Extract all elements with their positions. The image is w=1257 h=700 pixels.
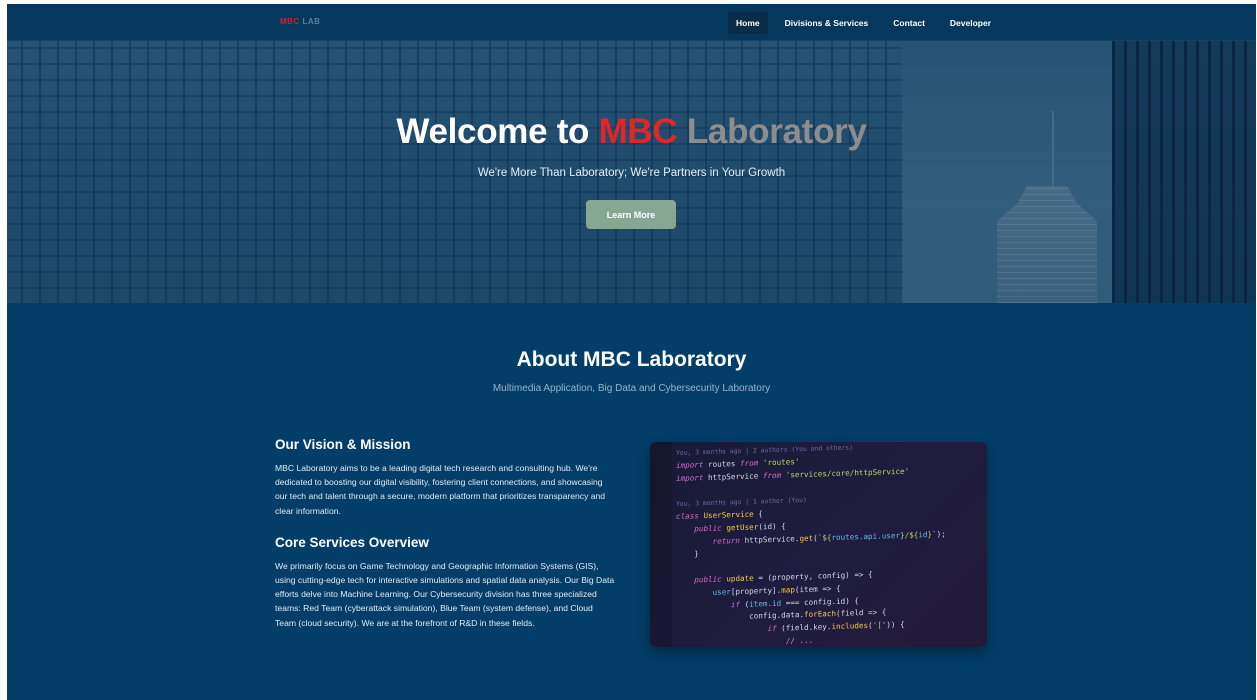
code-gutter (650, 442, 672, 647)
about-subtitle: Multimedia Application, Big Data and Cyb… (492, 383, 771, 394)
code-lines: You, 3 months ago | 2 authors (You and o… (676, 442, 946, 647)
hero-subtitle: We're More Than Laboratory; We're Partne… (477, 167, 786, 179)
hero-title: Welcome to MBC Laboratory (7, 112, 1256, 152)
code-line: user[property].map(item => { (712, 583, 841, 597)
hero-title-mbc: MBC (598, 112, 678, 151)
about-title: About MBC Laboratory (516, 348, 747, 371)
code-line: import routes from 'routes' (676, 456, 800, 470)
nav-developer[interactable]: Developer (942, 12, 999, 34)
learn-more-button[interactable]: Learn More (586, 200, 676, 229)
page: MBC LAB Home Divisions & Services Contac… (7, 4, 1256, 700)
code-line: public update = (property, config) => { (694, 569, 873, 585)
vision-heading: Our Vision & Mission (275, 437, 411, 452)
nav-divisions-services[interactable]: Divisions & Services (777, 12, 877, 34)
hero-title-welcome: Welcome to (396, 112, 590, 151)
nav-contact[interactable]: Contact (885, 12, 933, 34)
code-line: // ... (676, 635, 814, 647)
services-heading: Core Services Overview (275, 534, 429, 550)
vision-paragraph: MBC Laboratory aims to be a leading digi… (275, 463, 606, 516)
code-line: public getUser(id) { (694, 521, 786, 534)
nav-home[interactable]: Home (728, 12, 768, 34)
code-line: You, 3 months ago | 2 authors (You and o… (676, 443, 853, 457)
top-navbar: MBC LAB Home Divisions & Services Contac… (7, 4, 1256, 41)
code-screenshot-image: You, 3 months ago | 2 authors (You and o… (650, 442, 987, 647)
hero-title-laboratory: Laboratory (686, 112, 867, 151)
about-text-column: Our Vision & Mission MBC Laboratory aims… (275, 437, 615, 630)
hero-section: Welcome to MBC Laboratory We're More Tha… (7, 41, 1256, 303)
code-line: You, 3 months ago | 1 author (You) (676, 496, 807, 509)
site-logo[interactable]: MBC LAB (280, 17, 320, 26)
services-paragraph: We primarily focus on Game Technology an… (275, 560, 615, 628)
code-line: if (field.key.includes('[')) { (767, 619, 905, 634)
code-line: } (676, 549, 699, 560)
code-line: class UserService { (676, 509, 763, 521)
nav-links: Home Divisions & Services Contact Develo… (728, 12, 999, 34)
